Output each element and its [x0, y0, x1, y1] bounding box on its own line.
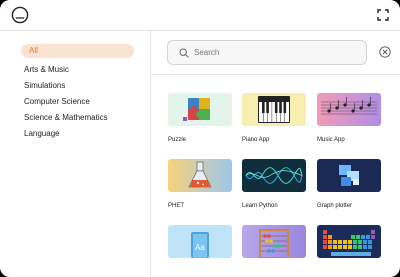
category-simulations[interactable]: Simulations [21, 79, 134, 93]
svg-text:Aa: Aa [195, 243, 205, 252]
learn-python-thumbnail [242, 159, 306, 192]
graph-plotter-thumbnail [317, 159, 381, 192]
abacus-icon [242, 225, 306, 258]
app-tile-graph-plotter[interactable]: Graph plotter [317, 159, 381, 209]
search-input[interactable] [194, 44, 359, 61]
app-tile-music[interactable]: Music App [317, 93, 381, 143]
category-science-mathematics[interactable]: Science & Mathematics [21, 111, 134, 125]
category-sidebar: All Arts & Music Simulations Computer Sc… [0, 31, 151, 277]
search-box[interactable] [167, 40, 367, 65]
puzzle-pieces-icon [168, 93, 232, 126]
app-tile-phet[interactable]: PHET [168, 159, 232, 209]
phet-thumbnail [168, 159, 232, 192]
app-label: Piano App [242, 137, 270, 143]
home-icon[interactable] [11, 6, 29, 24]
category-language[interactable]: Language [21, 127, 134, 141]
app-tile-abacus[interactable] [242, 225, 306, 269]
periodic-table-icon [317, 225, 381, 258]
clear-search-icon[interactable] [379, 46, 391, 58]
top-bar [0, 0, 400, 31]
app-tile-dictionary[interactable]: Aa [168, 225, 232, 269]
music-notes-icon [317, 93, 381, 126]
dictionary-book-icon: Aa [168, 225, 232, 258]
category-all[interactable]: All [21, 44, 134, 58]
divider [151, 74, 400, 75]
app-tile-periodic-table[interactable] [317, 225, 381, 269]
dictionary-thumbnail: Aa [168, 225, 232, 258]
app-tile-piano[interactable]: Piano App [242, 93, 306, 143]
app-tile-puzzle[interactable]: Puzzle [168, 93, 232, 143]
app-label: Learn Python [242, 203, 278, 209]
abacus-thumbnail [242, 225, 306, 258]
search-icon [179, 48, 189, 58]
app-label: Graph plotter [317, 203, 353, 209]
periodic-table-thumbnail [317, 225, 381, 258]
category-computer-science[interactable]: Computer Science [21, 95, 134, 109]
app-tile-learn-python[interactable]: Learn Python [242, 159, 306, 209]
app-label: Puzzle [168, 137, 187, 143]
category-arts-music[interactable]: Arts & Music [21, 63, 134, 77]
app-label: Music App [317, 137, 345, 143]
main-content: Puzzle [151, 31, 400, 277]
flask-icon [168, 159, 232, 192]
piano-thumbnail [242, 93, 306, 126]
app-label: PHET [168, 203, 185, 209]
music-thumbnail [317, 93, 381, 126]
app-window: All Arts & Music Simulations Computer Sc… [0, 0, 400, 277]
waveform-icon [242, 159, 306, 192]
cubes-icon [317, 159, 381, 192]
puzzle-thumbnail [168, 93, 232, 126]
piano-keys-icon [242, 93, 306, 126]
fullscreen-icon[interactable] [377, 9, 389, 21]
